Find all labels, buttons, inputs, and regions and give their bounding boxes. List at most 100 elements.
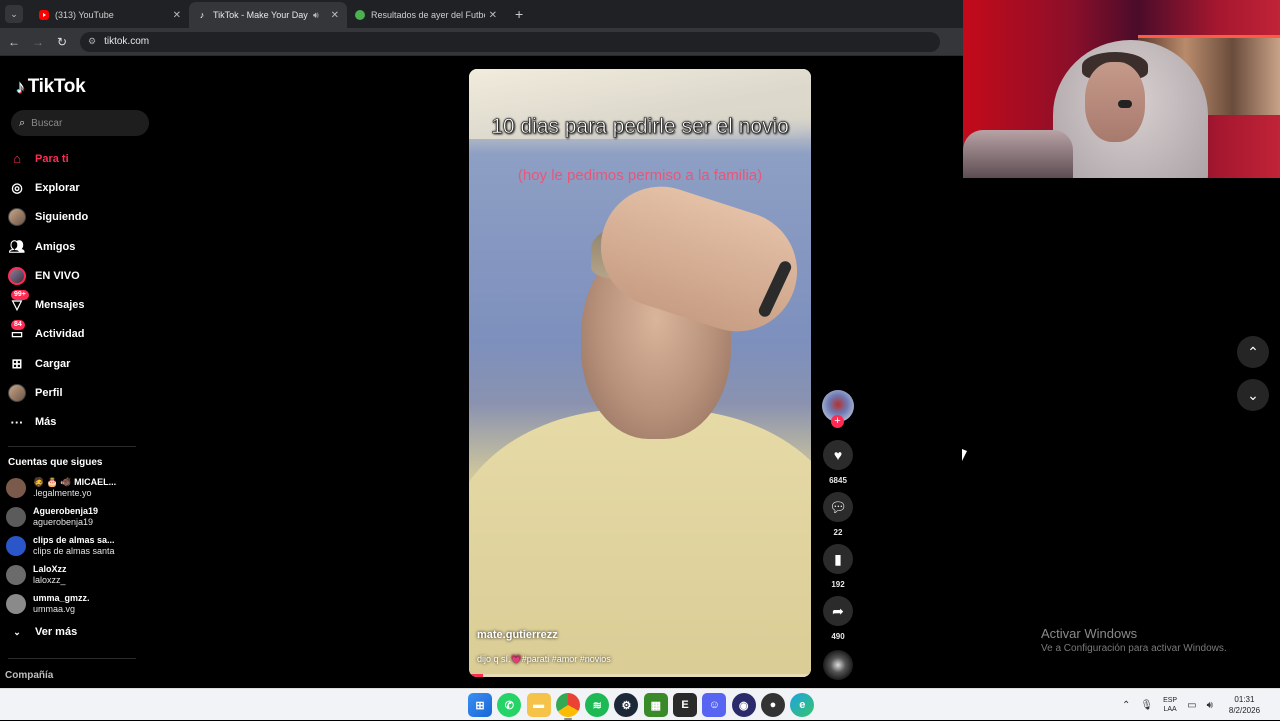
microphone-icon[interactable]: 🎙︎ [1140,700,1153,711]
tab-label: Resultados de ayer del Futbol A [371,10,485,20]
menu-item-siguiendo[interactable]: Siguiendo [0,203,160,232]
logo-text: TikTok [27,76,86,97]
menu-item-en-vivo[interactable]: EN VIVO [0,261,160,290]
watermark-subtitle: Ve a Configuración para activar Windows. [1041,643,1227,654]
steam-icon[interactable]: ⚙ [614,693,639,717]
reload-icon[interactable]: ↻ [52,35,72,49]
epic-games-icon[interactable]: E [673,693,698,717]
chrome-icon[interactable] [555,693,580,720]
account-handle: aguerobenja19 [33,517,94,527]
video-progress[interactable] [469,674,811,677]
clock-date: 8/2/2026 [1228,706,1261,715]
start-icon[interactable]: ⊞ [468,693,492,717]
tab-tiktok[interactable]: ♪ TikTok - Make Your Day 🔊︎ ✕ [189,2,347,28]
messages-badge: 99+ [11,290,29,301]
tab-futbol[interactable]: Resultados de ayer del Futbol A ✕ [347,2,505,28]
search-input[interactable] [31,117,132,129]
next-video-button[interactable]: ⌄ [1237,379,1269,411]
search-box[interactable]: ⌕ [11,110,149,136]
webcam-frame [963,130,1073,178]
network-icon[interactable]: ▭ [1187,700,1196,711]
follow-plus-icon[interactable]: + [831,415,844,428]
menu-item-mensajes[interactable]: ▽ 99+ Mensajes [0,290,160,319]
company-link[interactable]: Compañía [5,670,53,681]
menu-item-cargar[interactable]: ⊞ Cargar [0,349,160,378]
followed-account[interactable]: 🧔 🎂 🐗 MICAEL... .legalmente.yo [6,474,116,502]
activate-windows-watermark: Activar Windows Ve a Configuración para … [1041,626,1227,654]
watermark-title: Activar Windows [1041,626,1138,641]
url-text: tiktok.com [104,36,150,47]
save-button[interactable]: ▮ [823,544,853,574]
video-author[interactable]: mate.gutierrezz [477,629,558,641]
search-icon: ⌕ [19,116,26,129]
menu-item-para-ti[interactable]: ⌂ Para ti [0,144,160,173]
menu-label: Más [35,416,57,429]
video-player[interactable]: 10 dias para pedirle ser el novio (hoy l… [469,69,811,677]
menu-item-perfil[interactable]: Perfil [0,378,160,407]
new-tab-button[interactable]: + [515,6,523,22]
account-handle: .legalmente.yo [33,488,92,498]
account-name: 🧔 🎂 🐗 MICAEL... [33,477,117,487]
system-tray: ⌃ 🎙︎ ESP LAA ▭ 🔊︎ 01:31 8/2/2026 [1122,689,1260,721]
chevron-down-icon: ⌄ [1247,386,1259,403]
tab-youtube[interactable]: (313) YouTube ✕ [31,2,189,28]
menu-item-explorar[interactable]: ◎ Explorar [0,173,160,202]
menu-item-mas[interactable]: ··· Más [0,408,160,437]
see-more-button[interactable]: ⌄ Ver más [8,626,77,638]
chevron-up-icon: ⌃ [1247,343,1259,360]
home-icon: ⌂ [13,151,21,167]
previous-video-button[interactable]: ⌃ [1237,336,1269,368]
followed-account[interactable]: umma_gmzz. ummaa.vg [6,590,90,618]
obs-icon[interactable]: ◉ [731,693,756,717]
chevron-up-icon[interactable]: ⌃ [1122,700,1130,711]
account-name: Aguerobenja19 [33,506,99,516]
account-name: LaloXzz [33,564,67,574]
site-info-icon[interactable]: ⚙ [88,36,96,47]
tiktok-logo[interactable]: ♪ TikTok [16,76,86,98]
like-count: 6845 [829,476,847,485]
url-field[interactable]: ⚙ tiktok.com [80,31,940,52]
share-count: 490 [831,632,845,641]
avatar [6,478,26,498]
menu-label: Mensajes [35,299,85,312]
music-disc-icon[interactable] [823,650,853,680]
language-indicator[interactable]: ESP LAA [1163,696,1177,714]
back-icon[interactable]: ← [4,35,24,49]
video-subtitle-overlay: (hoy le pedimos permiso a la familia) [517,167,763,184]
edge-icon[interactable]: e [790,693,815,717]
headset-mic [1118,100,1132,108]
discord-icon[interactable]: ☺ [702,693,727,717]
menu-item-actividad[interactable]: ▭ 84 Actividad [0,319,160,349]
webcam-overlay [963,0,1280,178]
tab-search-button[interactable]: ⌄ [5,5,23,23]
followed-account[interactable]: Aguerobenja19 aguerobenja19 [6,503,98,531]
close-icon[interactable]: ✕ [173,10,181,21]
spotify-icon[interactable]: ≋ [585,693,610,717]
followed-account[interactable]: LaloXzz laloxzz_ [6,561,67,589]
tiktok-icon: ♪ [199,10,205,20]
minecraft-icon[interactable]: ▦ [643,693,668,717]
close-icon[interactable]: ✕ [489,10,497,21]
file-explorer-icon[interactable]: ▬ [526,693,551,717]
comment-button[interactable]: 💬︎ [823,492,853,522]
followed-account[interactable]: clips de almas sa... clips de almas sant… [6,532,115,560]
account-handle: ummaa.vg [33,604,76,614]
whatsapp-icon[interactable]: ✆ [497,693,522,717]
menu-label: Siguiendo [35,211,89,224]
youtube-icon [39,10,49,20]
menu-item-amigos[interactable]: 👥︎ Amigos [0,232,160,261]
share-button[interactable]: ➦ [823,596,853,626]
app-icon[interactable]: ● [760,693,785,717]
speaker-icon[interactable]: 🔊︎ [313,10,319,21]
clock[interactable]: 01:31 8/2/2026 [1229,694,1260,716]
comment-icon: 💬︎ [829,498,847,515]
like-button[interactable]: ♥ [823,440,853,470]
forward-icon[interactable]: → [28,35,48,49]
divider [8,446,136,447]
close-icon[interactable]: ✕ [331,10,339,21]
hashtags[interactable]: #parati #amor #novios [522,654,611,664]
avatar-icon [8,208,26,227]
volume-icon[interactable]: 🔊︎ [1207,700,1213,711]
more-icon: ··· [10,414,24,430]
profile-icon [8,384,26,403]
